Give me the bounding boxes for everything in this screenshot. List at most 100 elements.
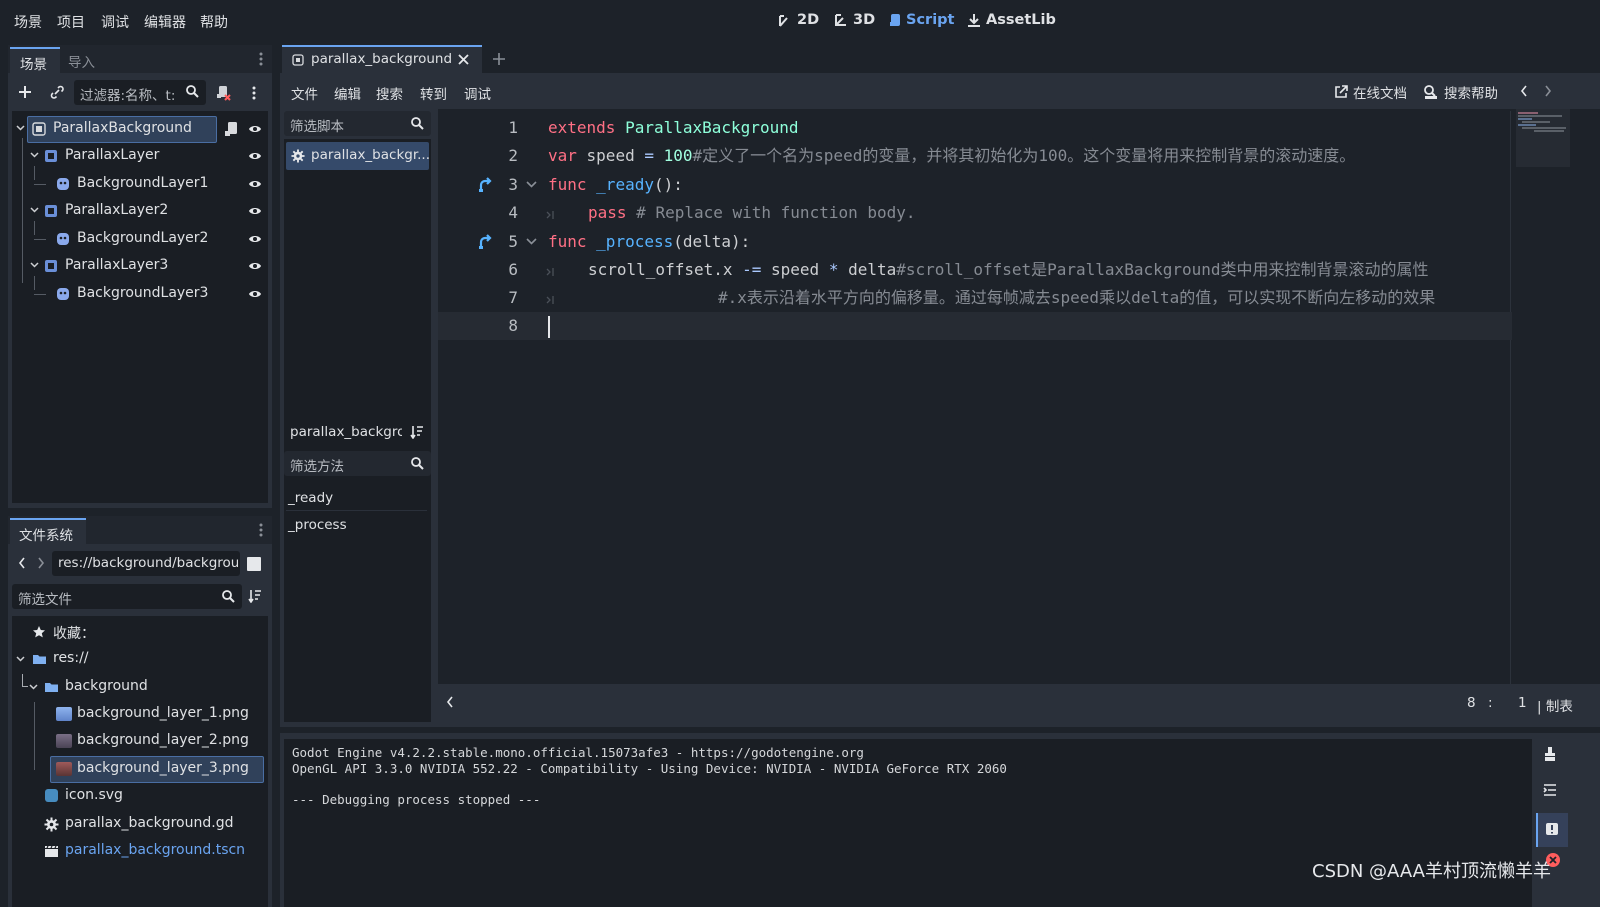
tree-guide: [34, 239, 46, 240]
method-item[interactable]: _process: [286, 512, 427, 538]
file-row-parallax-background-tscn[interactable]: parallax_background.tscn: [12, 838, 268, 865]
eye-icon[interactable]: [248, 178, 262, 190]
override-arrow-icon[interactable]: [478, 234, 494, 250]
dock-menu-icon[interactable]: [258, 522, 264, 538]
tree-node-parallaxbackground[interactable]: ParallaxBackground: [12, 116, 268, 143]
code-line: extends ParallaxBackground: [548, 114, 798, 142]
editor-menu-goto[interactable]: 转到: [420, 83, 447, 103]
dock-menu-icon[interactable]: [258, 51, 264, 67]
filter-errors-toggle[interactable]: [1536, 813, 1568, 847]
code-function: _process: [596, 232, 674, 251]
favorites-row[interactable]: 收藏：: [12, 619, 268, 646]
tree-node-parallaxlayer[interactable]: ParallaxLayer: [12, 143, 268, 170]
tab-scene[interactable]: 场景: [10, 47, 60, 73]
script-remove-icon[interactable]: [216, 85, 232, 101]
current-script-label: parallax_backgro: [290, 424, 402, 440]
image-thumbnail-icon: [56, 734, 72, 748]
minimap[interactable]: [1516, 109, 1570, 167]
file-row-background-layer-1[interactable]: background_layer_1.png: [12, 701, 268, 728]
online-docs-button[interactable]: 在线文档: [1334, 82, 1407, 102]
editor-menu-search[interactable]: 搜索: [376, 83, 403, 103]
eye-icon[interactable]: [248, 150, 262, 162]
mode-script-button[interactable]: Script: [889, 12, 954, 28]
eye-icon[interactable]: [248, 205, 262, 217]
search-help-button[interactable]: 搜索帮助: [1423, 82, 1498, 102]
chevron-down-icon[interactable]: [30, 262, 39, 268]
mode-3d-button[interactable]: 3D: [834, 12, 875, 28]
tree-node-parallaxlayer3[interactable]: ParallaxLayer3: [12, 253, 268, 280]
eye-icon[interactable]: [248, 288, 262, 300]
eye-icon[interactable]: [248, 233, 262, 245]
clear-output-icon[interactable]: [1543, 746, 1557, 762]
console-line: --- Debugging process stopped ---: [292, 792, 541, 807]
eye-icon[interactable]: [248, 123, 262, 135]
split-view-icon[interactable]: [247, 557, 261, 571]
override-arrow-icon[interactable]: [478, 177, 494, 193]
tab-filesystem[interactable]: 文件系统: [10, 518, 86, 544]
tab-import[interactable]: 导入: [68, 51, 95, 71]
tab-script-file[interactable]: parallax_background: [282, 45, 482, 73]
file-row-parallax-background-gd[interactable]: parallax_background.gd: [12, 811, 268, 838]
chevron-down-icon[interactable]: [16, 656, 25, 662]
tree-node-parallaxlayer2[interactable]: ParallaxLayer2: [12, 198, 268, 225]
node-label: BackgroundLayer2: [77, 230, 209, 246]
menu-scene[interactable]: 场景: [14, 12, 42, 32]
eye-icon[interactable]: [248, 260, 262, 272]
path-input[interactable]: res://background/backgrou: [52, 551, 240, 576]
file-row-res[interactable]: res://: [12, 646, 268, 673]
file-row-background-layer-2[interactable]: background_layer_2.png: [12, 728, 268, 755]
node-label: ParallaxLayer2: [65, 202, 169, 218]
chevron-down-icon[interactable]: [30, 152, 39, 158]
menu-help[interactable]: 帮助: [200, 12, 228, 32]
file-filter-input[interactable]: 筛选文件: [12, 584, 242, 609]
add-node-icon[interactable]: [18, 85, 32, 99]
indent-mode-label: | 制表: [1537, 699, 1573, 715]
forward-chevron-icon[interactable]: [37, 557, 45, 569]
folder-icon: [44, 681, 59, 693]
minimap-line: [1518, 124, 1536, 126]
method-filter-input[interactable]: 筛选方法: [284, 451, 431, 476]
tree-node-backgroundlayer3[interactable]: BackgroundLayer3: [12, 281, 268, 308]
fold-chevron-icon[interactable]: [526, 238, 537, 245]
collapse-lines-icon[interactable]: [1543, 783, 1557, 797]
top-menu-bar: 场景 项目 调试 编辑器 帮助 2D 3D Script AssetLib: [0, 0, 1600, 45]
file-row-background-folder[interactable]: background: [12, 674, 268, 701]
link-icon[interactable]: [50, 85, 64, 99]
sort-icon[interactable]: [410, 425, 424, 439]
folder-icon: [32, 653, 47, 665]
code-editor[interactable]: 1 2 3 4 5 6 7 8 extends ParallaxBackgrou…: [438, 109, 1600, 684]
file-label: background_layer_2.png: [77, 732, 249, 748]
menu-project[interactable]: 项目: [57, 12, 85, 32]
method-list: _ready _process: [284, 481, 431, 722]
new-tab-plus-icon[interactable]: [492, 52, 506, 66]
editor-menu-debug[interactable]: 调试: [464, 83, 491, 103]
tree-node-backgroundlayer2[interactable]: BackgroundLayer2: [12, 226, 268, 253]
back-chevron-icon[interactable]: [18, 557, 26, 569]
editor-menu-edit[interactable]: 编辑: [334, 83, 361, 103]
file-row-background-layer-3[interactable]: background_layer_3.png: [12, 756, 268, 783]
scene-filter-input[interactable]: 过滤器:名称、t:: [74, 80, 206, 105]
editor-menu-file[interactable]: 文件: [291, 83, 318, 103]
code-line: #.x表示沿着水平方向的偏移量。通过每帧减去speed乘以delta的值，可以实…: [718, 284, 1435, 312]
chevron-down-icon[interactable]: [30, 207, 39, 213]
mode-assetlib-button[interactable]: AssetLib: [967, 12, 1056, 28]
menu-editor[interactable]: 编辑器: [144, 12, 186, 32]
minimap-line: [1518, 115, 1562, 117]
file-row-icon-svg[interactable]: icon.svg: [12, 783, 268, 810]
sort-icon[interactable]: [248, 589, 262, 603]
script-filter-input[interactable]: 筛选脚本: [284, 111, 431, 136]
close-icon[interactable]: [458, 54, 469, 65]
more-options-icon[interactable]: [251, 85, 257, 101]
toggle-scripts-panel-icon[interactable]: [446, 696, 454, 708]
mode-2d-button[interactable]: 2D: [778, 12, 819, 28]
script-list-item[interactable]: parallax_backgr...: [286, 142, 430, 170]
fold-chevron-icon[interactable]: [526, 181, 537, 188]
script-icon[interactable]: [224, 121, 238, 137]
history-back-icon[interactable]: [1520, 85, 1528, 97]
menu-debug[interactable]: 调试: [101, 12, 129, 32]
tree-node-backgroundlayer1[interactable]: BackgroundLayer1: [12, 171, 268, 198]
chevron-down-icon[interactable]: [29, 684, 38, 690]
method-item[interactable]: _ready: [286, 485, 427, 511]
history-forward-icon[interactable]: [1544, 85, 1552, 97]
chevron-down-icon[interactable]: [16, 125, 25, 131]
